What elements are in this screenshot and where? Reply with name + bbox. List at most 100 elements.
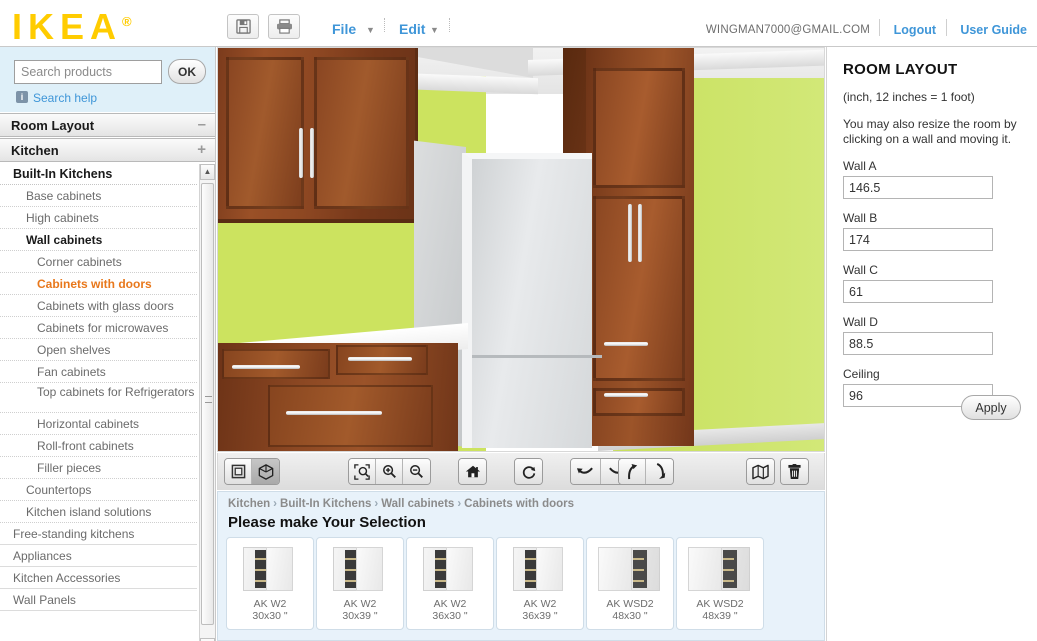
tree-item-label: Corner cabinets bbox=[37, 255, 122, 269]
thumb-shelf bbox=[255, 550, 266, 588]
tall-drawer-handle-2 bbox=[604, 393, 648, 397]
product-name: AK W2 bbox=[253, 598, 287, 610]
chevron-down-icon-edit: ▼ bbox=[430, 25, 439, 35]
tree-item-base-cabinets[interactable]: Base cabinets bbox=[0, 185, 197, 207]
undo-button[interactable] bbox=[571, 459, 601, 484]
menu-divider-2 bbox=[449, 18, 450, 32]
tree-item-open-shelves[interactable]: Open shelves bbox=[0, 339, 197, 361]
tree-item-top-cabinets-for-refrigerators[interactable]: Top cabinets for Refrigerators bbox=[0, 383, 197, 413]
view-3d-button[interactable] bbox=[252, 459, 279, 484]
tree-item-label: Roll-front cabinets bbox=[37, 439, 134, 453]
apply-button[interactable]: Apply bbox=[961, 395, 1021, 420]
search-ok-button[interactable]: OK bbox=[168, 59, 206, 84]
view-2d-button[interactable] bbox=[225, 459, 252, 484]
product-name: AK WSD2 bbox=[696, 598, 744, 610]
scrollbar-thumb[interactable] bbox=[201, 183, 214, 625]
product-size: 48x30 " bbox=[612, 610, 648, 622]
tree-item-cabinets-with-doors[interactable]: Cabinets with doors bbox=[0, 273, 197, 295]
thumb-door bbox=[536, 547, 563, 591]
product-card[interactable]: AK WSD2 48x30 " bbox=[586, 537, 674, 630]
tree-item-horizontal-cabinets[interactable]: Horizontal cabinets bbox=[0, 413, 197, 435]
tree-item-label: Built-In Kitchens bbox=[13, 167, 113, 181]
product-card[interactable]: AK W2 30x39 " bbox=[316, 537, 404, 630]
tree-item-roll-front-cabinets[interactable]: Roll-front cabinets bbox=[0, 435, 197, 457]
wall-c-input[interactable] bbox=[843, 280, 993, 303]
rotate-right-button[interactable] bbox=[646, 459, 673, 484]
tree-item-label: Cabinets for microwaves bbox=[37, 321, 169, 335]
cabinet-handle-right bbox=[310, 128, 314, 178]
home-view-button[interactable] bbox=[459, 459, 486, 484]
product-card[interactable]: AK W2 36x30 " bbox=[406, 537, 494, 630]
logout-link[interactable]: Logout bbox=[894, 23, 936, 37]
tree-item-high-cabinets[interactable]: High cabinets bbox=[0, 207, 197, 229]
tree-item-wall-cabinets[interactable]: Wall cabinets bbox=[0, 229, 197, 251]
tree-item-filler-pieces[interactable]: Filler pieces bbox=[0, 457, 197, 479]
base-handle-3 bbox=[286, 411, 382, 415]
search-help-link[interactable]: Search help bbox=[33, 91, 97, 105]
delete-button[interactable] bbox=[781, 459, 808, 484]
product-thumbnail bbox=[415, 543, 485, 595]
product-label: AK W2 36x30 " bbox=[432, 598, 467, 622]
product-thumbnail bbox=[595, 543, 665, 595]
tree-item-free-standing-kitchens[interactable]: Free-standing kitchens bbox=[0, 523, 197, 545]
zoom-in-button[interactable] bbox=[376, 459, 403, 484]
tree-item-kitchen-island-solutions[interactable]: Kitchen island solutions bbox=[0, 501, 197, 523]
menu-file[interactable]: File bbox=[332, 21, 356, 37]
breadcrumb-item-kitchen[interactable]: Kitchen bbox=[228, 498, 270, 510]
wall-b-input[interactable] bbox=[843, 228, 993, 251]
breadcrumb-item-wall-cabinets[interactable]: Wall cabinets bbox=[381, 498, 454, 510]
tree-item-countertops[interactable]: Countertops bbox=[0, 479, 197, 501]
product-selection-panel: Kitchen › Built-In Kitchens › Wall cabinets ›… bbox=[217, 491, 825, 641]
category-tree: Built-In Kitchens Base cabinets High cabin… bbox=[0, 163, 215, 641]
tree-item-kitchen-accessories[interactable]: Kitchen Accessories bbox=[0, 567, 197, 589]
user-guide-link[interactable]: User Guide bbox=[960, 23, 1027, 37]
reset-rotate-button[interactable] bbox=[515, 459, 542, 484]
tree-item-fan-cabinets[interactable]: Fan cabinets bbox=[0, 361, 197, 383]
product-card[interactable]: AK W2 30x30 " bbox=[226, 537, 314, 630]
accordion-room-layout[interactable]: Room Layout – bbox=[0, 113, 215, 137]
breadcrumb: Kitchen › Built-In Kitchens › Wall cabinets ›… bbox=[228, 498, 574, 510]
breadcrumb-item-built-in-kitchens[interactable]: Built-In Kitchens bbox=[280, 498, 371, 510]
tree-item-appliances[interactable]: Appliances bbox=[0, 545, 197, 567]
menu-edit[interactable]: Edit bbox=[399, 21, 425, 37]
tree-item-corner-cabinets[interactable]: Corner cabinets bbox=[0, 251, 197, 273]
print-button[interactable] bbox=[268, 14, 300, 39]
chevron-down-icon-file: ▼ bbox=[366, 25, 375, 35]
tree-item-wall-panels[interactable]: Wall Panels bbox=[0, 589, 197, 611]
base-cabinet-3d[interactable] bbox=[218, 343, 458, 451]
product-label: AK W2 30x39 " bbox=[342, 598, 377, 622]
wall-d-input[interactable] bbox=[843, 332, 993, 355]
product-card[interactable]: AK WSD2 48x39 " bbox=[676, 537, 764, 630]
save-button[interactable] bbox=[227, 14, 259, 39]
tall-pantry-cabinet-3d[interactable] bbox=[586, 48, 694, 446]
accordion-kitchen[interactable]: Kitchen + bbox=[0, 138, 215, 162]
search-input[interactable] bbox=[14, 60, 162, 84]
reset-group bbox=[514, 458, 543, 485]
wall-a-input[interactable] bbox=[843, 176, 993, 199]
refrigerator-3d[interactable] bbox=[462, 153, 602, 448]
zoom-out-button[interactable] bbox=[403, 459, 430, 484]
product-name: AK WSD2 bbox=[606, 598, 654, 610]
square-2d-icon bbox=[231, 464, 245, 479]
tree-item-built-in-kitchens[interactable]: Built-In Kitchens bbox=[0, 163, 197, 185]
tree-item-label: Countertops bbox=[26, 483, 92, 497]
breadcrumb-item-cabinets-with-doors[interactable]: Cabinets with doors bbox=[464, 498, 574, 510]
base-drawer-1 bbox=[222, 349, 330, 379]
product-card[interactable]: AK W2 36x39 " bbox=[496, 537, 584, 630]
tree-item-label: Open shelves bbox=[37, 343, 111, 357]
map-view-button[interactable] bbox=[747, 459, 774, 484]
tree-item-cabinets-with-glass-doors[interactable]: Cabinets with glass doors bbox=[0, 295, 197, 317]
expand-plus-icon-kitchen: + bbox=[197, 141, 206, 158]
tree-item-cabinets-for-microwaves[interactable]: Cabinets for microwaves bbox=[0, 317, 197, 339]
tree-item-label: Appliances bbox=[13, 549, 72, 563]
scroll-up-arrow-icon[interactable]: ▲ bbox=[200, 164, 215, 180]
sidebar-scrollbar[interactable]: ▲ ▼ bbox=[199, 164, 215, 641]
wall-b-label: Wall B bbox=[843, 211, 878, 225]
zoom-out-icon bbox=[410, 465, 423, 478]
product-thumbnail bbox=[325, 543, 395, 595]
collapse-minus-icon: – bbox=[197, 116, 206, 133]
rotate-left-button[interactable] bbox=[619, 459, 646, 484]
zoom-fit-button[interactable] bbox=[349, 459, 376, 484]
upper-wall-cabinet-3d[interactable] bbox=[218, 48, 418, 223]
kitchen-3d-viewport[interactable] bbox=[217, 47, 825, 452]
